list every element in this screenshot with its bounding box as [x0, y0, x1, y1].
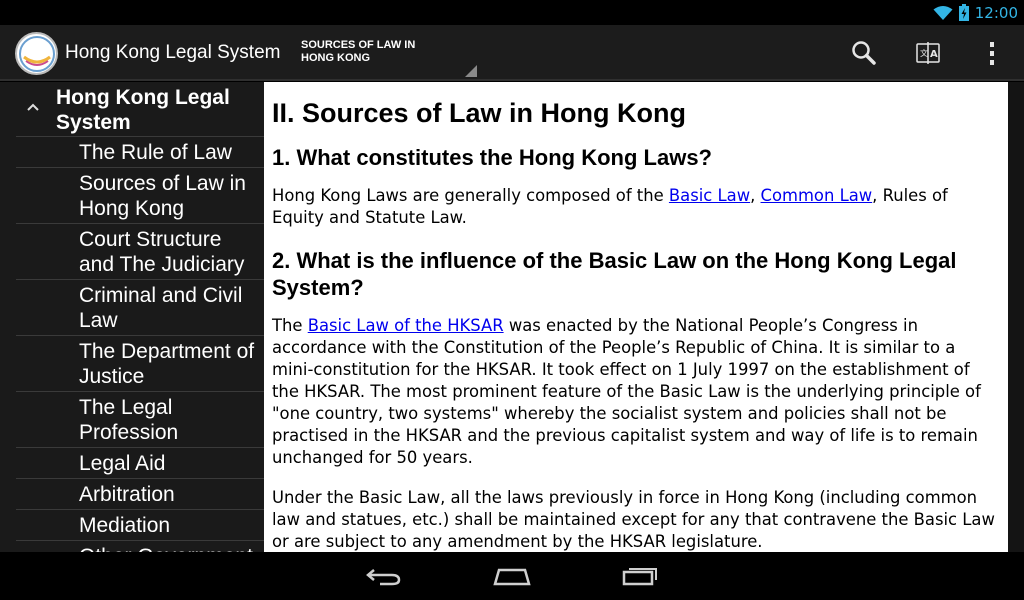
translate-icon: 文 A: [916, 42, 940, 64]
article-content: II. Sources of Law in Hong Kong 1. What …: [264, 82, 1008, 552]
drawer-group-header[interactable]: Hong Kong Legal System: [16, 82, 264, 137]
app-title[interactable]: Hong Kong Legal System: [65, 42, 280, 64]
text-span: Hong Kong Laws are generally composed of…: [272, 186, 669, 205]
spinner-label: SOURCES OF LAW IN HONG KONG: [301, 39, 416, 64]
text-span: The: [272, 316, 308, 335]
drawer-item-other-government[interactable]: Other Government: [16, 541, 264, 553]
basic-law-link[interactable]: Basic Law: [669, 186, 750, 205]
section-spinner[interactable]: SOURCES OF LAW IN HONG KONG: [296, 37, 480, 77]
clic-logo-icon: [18, 35, 55, 72]
navigation-drawer: Hong Kong Legal System The Rule of Law S…: [0, 82, 264, 552]
drawer-item-rule-of-law[interactable]: The Rule of Law: [16, 137, 264, 168]
translate-button[interactable]: 文 A: [896, 25, 960, 81]
app-logo[interactable]: [15, 32, 58, 75]
system-nav-bar: [0, 552, 1024, 600]
drawer-item-legal-aid[interactable]: Legal Aid: [16, 448, 264, 479]
battery-icon: [958, 4, 969, 21]
article-title: II. Sources of Law in Hong Kong: [272, 98, 687, 128]
overflow-menu-button[interactable]: [960, 25, 1024, 81]
drawer-group-label: Hong Kong Legal System: [56, 86, 230, 134]
back-button[interactable]: [344, 552, 424, 600]
drawer-item-arbitration[interactable]: Arbitration: [16, 479, 264, 510]
action-bar: Hong Kong Legal System SOURCES OF LAW IN…: [0, 25, 1024, 81]
drawer-item-court-structure[interactable]: Court Structure and The Judiciary: [16, 224, 264, 280]
search-icon: [852, 41, 876, 65]
text-span: was enacted by the National People’s Con…: [272, 316, 981, 467]
recents-icon: [622, 568, 657, 586]
question-2-heading: 2. What is the influence of the Basic La…: [272, 248, 957, 300]
overflow-menu-icon: [990, 42, 994, 65]
common-law-link[interactable]: Common Law: [761, 186, 873, 205]
content-right-edge: [1008, 82, 1024, 552]
question-2-paragraph-2: Under the Basic Law, all the laws previo…: [272, 488, 995, 551]
recents-button[interactable]: [600, 552, 680, 600]
home-icon: [493, 568, 531, 586]
home-button[interactable]: [472, 552, 552, 600]
drawer-item-criminal-civil-law[interactable]: Criminal and Civil Law: [16, 280, 264, 336]
drawer-item-legal-profession[interactable]: The Legal Profession: [16, 392, 264, 448]
status-bar: 12:00: [0, 0, 1024, 25]
drawer-item-mediation[interactable]: Mediation: [16, 510, 264, 541]
question-1-heading: 1. What constitutes the Hong Kong Laws?: [272, 145, 712, 170]
wifi-icon: [933, 5, 953, 20]
spinner-caret-icon: [465, 65, 477, 77]
text-span: ,: [750, 186, 761, 205]
svg-text:文: 文: [920, 48, 928, 58]
status-time: 12:00: [974, 3, 1018, 22]
chevron-up-icon: [27, 103, 39, 111]
svg-text:A: A: [930, 49, 938, 60]
question-2-paragraph-1: The Basic Law of the HKSAR was enacted b…: [272, 315, 998, 469]
drawer-item-sources-of-law[interactable]: Sources of Law in Hong Kong: [16, 168, 264, 224]
basic-law-hksar-link[interactable]: Basic Law of the HKSAR: [308, 316, 504, 335]
back-icon: [366, 569, 401, 586]
search-button[interactable]: [832, 25, 896, 81]
drawer-item-department-of-justice[interactable]: The Department of Justice: [16, 336, 264, 392]
question-1-answer: Hong Kong Laws are generally composed of…: [272, 185, 998, 229]
status-icons: 12:00: [933, 2, 1018, 23]
